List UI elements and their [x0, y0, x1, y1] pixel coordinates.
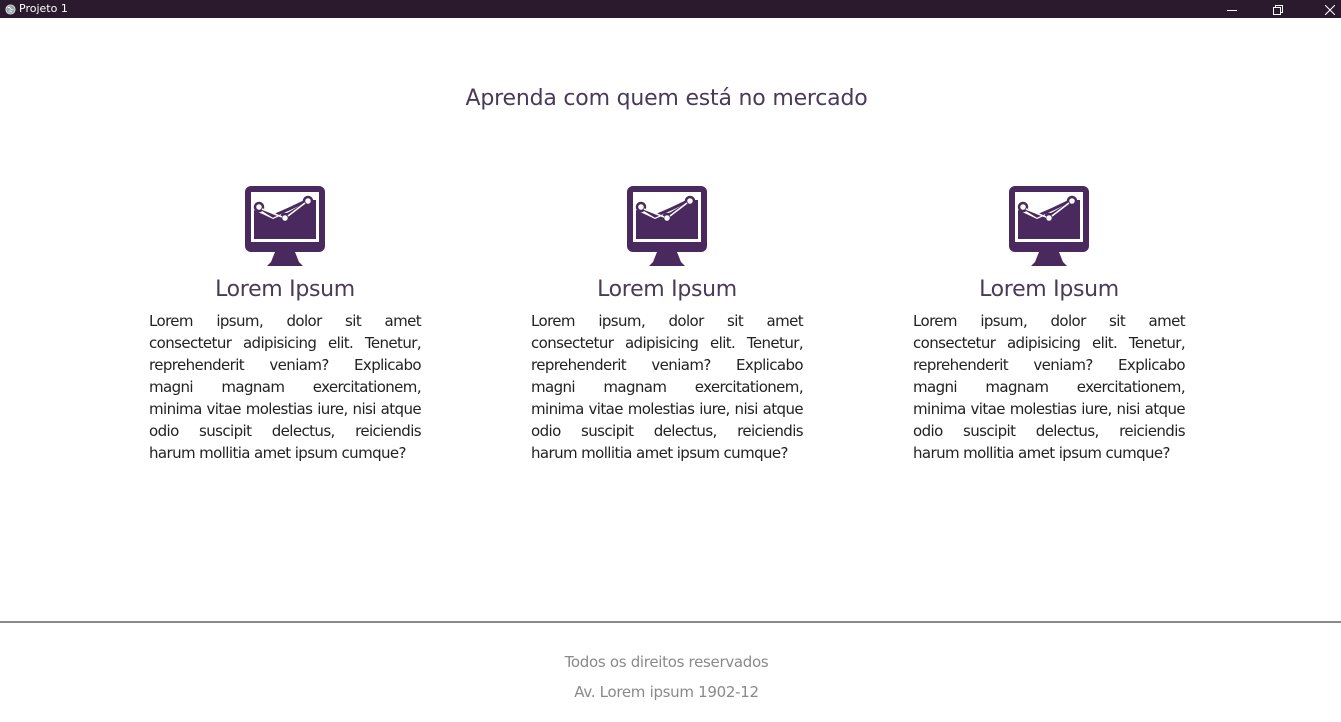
- minimize-button[interactable]: [1209, 0, 1255, 18]
- footer-rights: Todos os direitos reservados: [564, 653, 769, 671]
- monitor-chart-icon: [245, 186, 325, 266]
- minimize-icon: [1227, 0, 1237, 19]
- page-title: Aprenda com quem está no mercado: [465, 86, 868, 111]
- feature-card: Lorem Ipsum Lorem ipsum, dolor sit amet …: [913, 186, 1186, 464]
- monitor-chart-icon: [1009, 186, 1089, 266]
- restore-button[interactable]: [1255, 0, 1301, 18]
- restore-icon: [1273, 0, 1283, 19]
- card-title: Lorem Ipsum: [597, 277, 737, 302]
- monitor-chart-icon: [627, 186, 707, 266]
- card-title: Lorem Ipsum: [215, 277, 355, 302]
- window-title: Projeto 1: [19, 2, 68, 15]
- feature-card: Lorem Ipsum Lorem ipsum, dolor sit amet …: [531, 186, 804, 464]
- globe-icon: [4, 3, 16, 15]
- close-button[interactable]: [1301, 0, 1341, 18]
- card-text: Lorem ipsum, dolor sit amet consectetur …: [149, 312, 422, 462]
- window-controls: [1209, 0, 1341, 18]
- feature-card: Lorem Ipsum Lorem ipsum, dolor sit amet …: [149, 186, 422, 464]
- close-icon: [1324, 0, 1336, 19]
- card-text: Lorem ipsum, dolor sit amet consectetur …: [913, 312, 1186, 462]
- footer: Todos os direitos reservados Av. Lorem i…: [0, 621, 1341, 722]
- window-titlebar[interactable]: Projeto 1: [0, 0, 1341, 18]
- card-title: Lorem Ipsum: [979, 277, 1119, 302]
- footer-address: Av. Lorem ipsum 1902-12: [574, 683, 759, 701]
- card-text: Lorem ipsum, dolor sit amet consectetur …: [531, 312, 804, 462]
